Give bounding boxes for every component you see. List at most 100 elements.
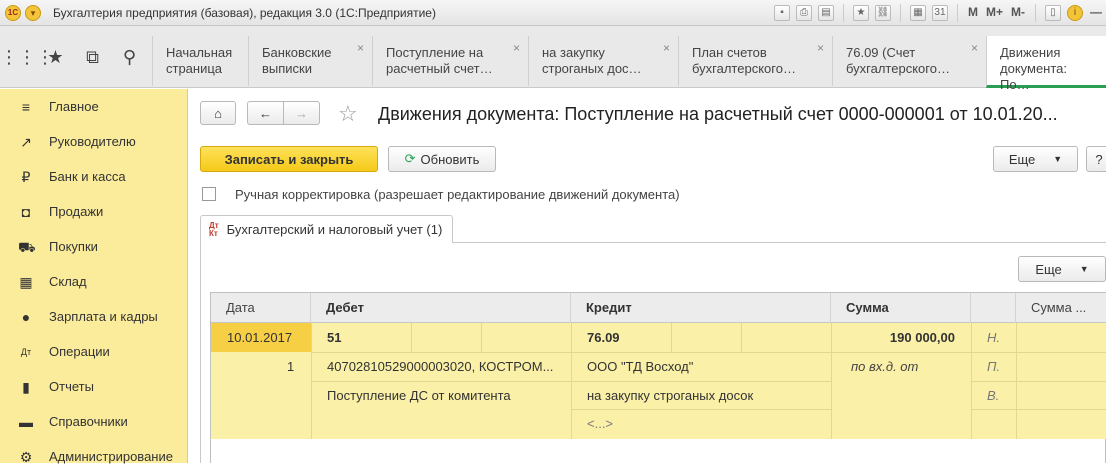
sidebar-item-reports[interactable]: ▮ Отчеты [0, 369, 187, 404]
grid-more-button[interactable]: Еще ▼ [1018, 256, 1106, 282]
refresh-icon: ⟳ [404, 151, 416, 166]
column-flags[interactable] [971, 293, 1016, 323]
memory-minus-button[interactable]: M- [1011, 5, 1025, 21]
trend-chart-icon: ↗ [20, 133, 32, 150]
sidebar-item-main[interactable]: ≡ Главное [0, 89, 187, 124]
toolbar-divider [899, 4, 901, 22]
print-icon[interactable]: ⎙ [795, 5, 812, 21]
sidebar-item-bank[interactable]: ₽ Банк и касса [0, 159, 187, 194]
debit-subconto2-cell[interactable]: Поступление ДС от комитента [327, 381, 511, 410]
save-and-close-button[interactable]: Записать и закрыть [200, 146, 378, 172]
tab-bank-receipt[interactable]: × Поступление на расчетный счет… [372, 36, 528, 86]
grid-line [671, 323, 672, 352]
toolbar-divider [1035, 4, 1036, 22]
document-reference-cell[interactable]: по вх.д. от [851, 352, 918, 381]
dt-kt-icon: Дт [20, 346, 32, 357]
title-bar: 1С ▾ Бухгалтерия предприятия (базовая), … [0, 0, 1106, 26]
dropdown-arrow-icon: ▼ [1053, 154, 1063, 164]
favorite-add-icon[interactable]: ★ [852, 5, 869, 21]
tab-accounting-tax[interactable]: Дт Кт Бухгалтерский и налоговый учет (1) [200, 215, 454, 243]
column-amount[interactable]: Сумма [831, 293, 971, 323]
debit-subconto1-cell[interactable]: 40702810529000003020, КОСТРОМ... [327, 352, 553, 381]
tab-account-7609[interactable]: × 76.09 (Счет бухгалтерского… [832, 36, 986, 86]
tab-chart-of-accounts[interactable]: × План счетов бухгалтерского… [678, 36, 832, 86]
tab-label-line2: бухгалтерского… [846, 61, 950, 76]
menu-lines-icon: ≡ [21, 98, 31, 115]
sidebar-item-references[interactable]: ▬ Справочники [0, 404, 187, 439]
tab-purchase-boards[interactable]: × на закупку строганых дос… [528, 36, 678, 86]
shopping-bag-icon: ◘ [21, 203, 31, 220]
sidebar-item-payroll[interactable]: ● Зарплата и кадры [0, 299, 187, 334]
movements-table: Дата Дебет Кредит Сумма Сумма ... 10.01.… [210, 292, 1106, 463]
grid-more-label: Еще [1035, 261, 1062, 277]
date-cell[interactable]: 10.01.2017 [227, 323, 292, 352]
column-date[interactable]: Дата [211, 293, 311, 323]
tab-close-icon[interactable]: × [513, 40, 520, 56]
tab-close-icon[interactable]: × [357, 40, 364, 56]
tab-label-line1: Начальная [166, 45, 233, 60]
sidebar-item-warehouse[interactable]: ▦ Склад [0, 264, 187, 299]
toolbar-divider [842, 4, 844, 22]
tab-label-line2: страница [166, 61, 223, 76]
forward-button[interactable]: → [283, 101, 320, 125]
tab-label-line1: План счетов [692, 45, 767, 60]
arrow-left-icon: ← [259, 105, 272, 121]
search-icon[interactable]: ⚲ [111, 47, 148, 68]
tab-label-line2: бухгалтерского… [692, 61, 796, 76]
save-icon[interactable]: ▪ [773, 5, 790, 21]
sidebar-item-sales[interactable]: ◘ Продажи [0, 194, 187, 229]
flag-v-cell: В. [987, 388, 1000, 403]
calendar-icon[interactable]: 31 [931, 5, 948, 21]
column-amount-more[interactable]: Сумма ... [1016, 293, 1106, 323]
tab-close-icon[interactable]: × [817, 40, 824, 56]
credit-subconto3-cell[interactable]: <...> [587, 409, 613, 438]
person-icon: ● [21, 308, 31, 325]
panels-icon[interactable]: ▯ [1045, 5, 1061, 21]
credit-subconto1-cell[interactable]: ООО "ТД Восход" [587, 352, 693, 381]
home-button[interactable]: ⌂ [200, 101, 236, 125]
tab-home[interactable]: Начальная страница [152, 36, 248, 86]
help-button[interactable]: ? [1086, 146, 1106, 172]
credit-subconto2-cell[interactable]: на закупку строганых досок [587, 381, 753, 410]
app-logo-icon[interactable]: 1С [5, 4, 21, 21]
preview-icon[interactable]: ▤ [817, 5, 834, 21]
nav-icon-group: ⋮⋮⋮ ★ ⧉ ⚲ [0, 26, 152, 88]
credit-account-cell[interactable]: 76.09 [587, 323, 620, 352]
more-button[interactable]: Еще ▼ [993, 146, 1078, 172]
tab-close-icon[interactable]: × [663, 40, 670, 56]
main-menu-icon[interactable]: ▾ [25, 4, 41, 21]
manual-correction-checkbox[interactable] [202, 187, 216, 201]
more-label: Еще [1008, 151, 1036, 167]
back-button[interactable]: ← [247, 101, 284, 125]
link-icon[interactable]: ⛓ [874, 5, 891, 21]
top-navigation: ⋮⋮⋮ ★ ⧉ ⚲ Начальная страница × Банковски… [0, 26, 1106, 92]
table-header: Дата Дебет Кредит Сумма Сумма ... [211, 293, 1106, 323]
apps-grid-icon[interactable]: ⋮⋮⋮ [0, 47, 54, 68]
column-debit[interactable]: Дебет [311, 293, 571, 323]
sidebar-item-label: Операции [49, 344, 110, 359]
sidebar-item-manager[interactable]: ↗ Руководителю [0, 124, 187, 159]
amount-cell[interactable]: 190 000,00 [831, 323, 955, 352]
tab-document-movements[interactable]: Движения документа: По… [986, 36, 1106, 92]
favorite-star-icon[interactable]: ☆ [338, 101, 358, 127]
refresh-button[interactable]: ⟳ Обновить [388, 146, 496, 172]
tab-close-icon[interactable]: × [971, 40, 978, 56]
info-icon[interactable]: i [1067, 5, 1083, 21]
minimize-icon[interactable]: — [1090, 5, 1102, 21]
book-icon: ▬ [19, 413, 33, 430]
grid-line [411, 323, 412, 352]
calculator-icon[interactable]: ▦ [909, 5, 926, 21]
favorites-star-icon[interactable]: ★ [37, 47, 74, 68]
memory-plus-button[interactable]: M+ [986, 5, 1003, 21]
tab-bank-statements[interactable]: × Банковские выписки [248, 36, 372, 86]
history-icon[interactable]: ⧉ [74, 47, 111, 68]
sidebar-item-operations[interactable]: Дт Операции [0, 334, 187, 369]
memory-button[interactable]: M [968, 5, 978, 21]
cart-icon: ⛟ [18, 238, 36, 255]
debit-account-cell[interactable]: 51 [327, 323, 341, 352]
table-row[interactable]: 10.01.2017 1 51 40702810529000003020, КО… [211, 323, 1106, 439]
sidebar-item-purchases[interactable]: ⛟ Покупки [0, 229, 187, 264]
column-credit[interactable]: Кредит [571, 293, 831, 323]
toolbar-divider [956, 4, 958, 22]
sidebar-item-admin[interactable]: ⚙ Администрирование [0, 439, 187, 474]
